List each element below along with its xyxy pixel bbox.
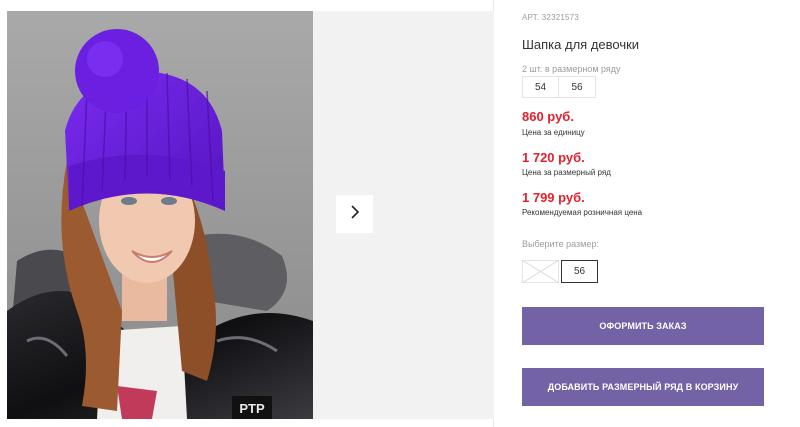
chevron-right-icon — [349, 204, 361, 225]
product-photo-image: PTP — [7, 11, 313, 419]
sku-value: 32321573 — [541, 13, 579, 22]
next-photo-button[interactable] — [336, 195, 373, 233]
size-row-cell: 56 — [559, 76, 596, 98]
retail-price-caption: Рекомендуемая розничная цена — [522, 208, 643, 217]
row-price-caption: Цена за размерный ряд — [522, 168, 611, 177]
size-option-unavailable: 54 — [522, 260, 559, 283]
row-price: 1 720 руб. — [522, 150, 585, 165]
choose-size-label: Выберите размер: — [522, 239, 599, 249]
place-order-button[interactable]: ОФОРМИТЬ ЗАКАЗ — [522, 307, 764, 345]
product-photo[interactable]: PTP — [7, 11, 313, 419]
add-size-row-to-cart-button[interactable]: ДОБАВИТЬ РАЗМЕРНЫЙ РЯД В КОРЗИНУ — [522, 368, 764, 406]
unit-price-caption: Цена за единицу — [522, 128, 585, 137]
size-row-note: 2 шт. в размерном ряду — [522, 64, 621, 74]
product-sku: АРТ. 32321573 — [522, 13, 579, 22]
jacket-badge: PTP — [239, 401, 265, 416]
size-option-selected[interactable]: 56 — [561, 260, 598, 283]
size-row-cell: 54 — [522, 76, 559, 98]
unit-price: 860 руб. — [522, 109, 574, 124]
size-row-table: 54 56 — [522, 76, 596, 98]
retail-price: 1 799 руб. — [522, 190, 585, 205]
product-info: АРТ. 32321573 Шапка для девочки 2 шт. в … — [522, 0, 782, 427]
sku-label: АРТ. — [522, 13, 540, 22]
size-option-label: 56 — [573, 266, 586, 277]
size-picker: 54 56 — [522, 260, 598, 283]
product-gallery: PTP — [0, 0, 494, 427]
product-title: Шапка для девочки — [522, 37, 640, 52]
